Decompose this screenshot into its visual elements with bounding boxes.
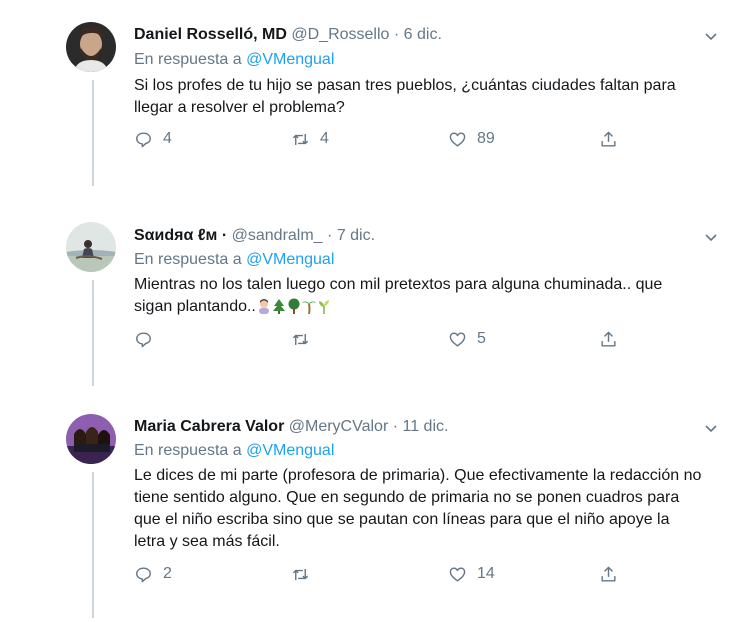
tweet-header: Daniel Rosselló, MD @D_Rossello · 6 dic. xyxy=(134,26,442,44)
author-name[interactable]: Daniel Rosselló, MD xyxy=(134,26,287,43)
evergreen-tree-emoji xyxy=(272,299,285,314)
reply-icon xyxy=(136,331,151,347)
reply-mention-link[interactable]: @VMengual xyxy=(246,251,334,268)
tweet-text: Mientras no los talen luego con mil pret… xyxy=(134,276,663,315)
like-count: 5 xyxy=(477,330,486,347)
reply-mention-link[interactable]: @VMengual xyxy=(246,442,334,459)
retweet-button[interactable] xyxy=(291,564,320,584)
woman-emoji xyxy=(258,299,269,314)
reply-context: En respuesta a @VMengual xyxy=(134,442,334,460)
chevron-down-icon[interactable] xyxy=(703,229,719,245)
thread-line xyxy=(92,280,94,386)
separator-dot: · xyxy=(393,26,400,43)
reply-button[interactable]: 2 xyxy=(134,564,172,584)
retweet-count: 4 xyxy=(320,130,329,147)
tweet-3[interactable]: Maria Cabrera Valor @MeryCValor · 11 dic… xyxy=(0,390,750,623)
reply-button[interactable]: 4 xyxy=(134,129,172,149)
separator-dot: · xyxy=(327,227,333,244)
tweet-text-container: Mientras no los talen luego con mil pret… xyxy=(134,274,694,318)
tweet-2[interactable]: Ѕαиdяα ℓм · @sandralm_ · 7 dic. En respu… xyxy=(0,200,750,390)
tweet-actions: 4 4 89 xyxy=(134,129,634,149)
reply-icon xyxy=(136,566,151,582)
author-name[interactable]: Ѕαиdяα ℓм xyxy=(134,227,217,244)
tweet-actions: 5 xyxy=(134,329,634,349)
reply-context: En respuesta a @VMengual xyxy=(134,251,334,269)
emoji-group xyxy=(256,298,331,315)
author-handle[interactable]: @MeryCValor xyxy=(289,418,389,435)
heart-icon xyxy=(449,131,466,147)
tweet-actions: 2 14 xyxy=(134,564,634,584)
share-icon xyxy=(601,566,616,582)
share-button[interactable] xyxy=(599,129,628,149)
heart-icon xyxy=(449,566,466,582)
chevron-down-icon[interactable] xyxy=(703,420,719,436)
share-icon xyxy=(601,331,616,347)
tweet-text: Le dices de mi parte (profesora de prima… xyxy=(134,467,702,550)
author-handle[interactable]: @sandralm_ xyxy=(232,227,323,244)
name-suffix: · xyxy=(221,227,228,244)
share-button[interactable] xyxy=(599,329,628,349)
like-count: 89 xyxy=(477,130,495,147)
share-button[interactable] xyxy=(599,564,628,584)
reply-prefix: En respuesta a xyxy=(134,51,242,68)
seedling-emoji xyxy=(318,300,329,314)
tweet-header: Maria Cabrera Valor @MeryCValor · 11 dic… xyxy=(134,418,448,436)
like-count: 14 xyxy=(477,565,495,582)
thread-line xyxy=(92,472,94,618)
share-icon xyxy=(601,131,616,147)
reply-mention-link[interactable]: @VMengual xyxy=(246,51,334,68)
tweet-header: Ѕαиdяα ℓм · @sandralm_ · 7 dic. xyxy=(134,227,375,245)
tweet-text: Si los profes de tu hijo se pasan tres p… xyxy=(134,77,676,116)
heart-icon xyxy=(449,331,466,347)
like-button[interactable]: 5 xyxy=(448,329,486,349)
reply-button[interactable] xyxy=(134,329,163,349)
tweet-date[interactable]: 6 dic. xyxy=(404,26,442,43)
retweet-button[interactable] xyxy=(291,329,320,349)
author-handle[interactable]: @D_Rossello xyxy=(291,26,389,43)
avatar[interactable] xyxy=(66,414,116,464)
reply-prefix: En respuesta a xyxy=(134,442,242,459)
separator-dot: · xyxy=(392,418,399,435)
palm-tree-emoji xyxy=(301,301,316,314)
reply-prefix: En respuesta a xyxy=(134,251,242,268)
reply-count: 2 xyxy=(163,565,172,582)
retweet-icon xyxy=(292,333,309,345)
tweet-1[interactable]: Daniel Rosselló, MD @D_Rossello · 6 dic.… xyxy=(0,0,750,190)
author-name[interactable]: Maria Cabrera Valor xyxy=(134,418,284,435)
tweet-date[interactable]: 11 dic. xyxy=(403,418,449,435)
like-button[interactable]: 89 xyxy=(448,129,495,149)
thread-line xyxy=(92,80,94,186)
reply-icon xyxy=(136,131,151,147)
deciduous-tree-emoji xyxy=(288,298,300,314)
retweet-icon xyxy=(292,133,309,145)
reply-count: 4 xyxy=(163,130,172,147)
avatar[interactable] xyxy=(66,222,116,272)
like-button[interactable]: 14 xyxy=(448,564,495,584)
avatar[interactable] xyxy=(66,22,116,72)
tweet-date[interactable]: 7 dic. xyxy=(337,227,375,244)
retweet-button[interactable]: 4 xyxy=(291,129,329,149)
retweet-icon xyxy=(292,568,309,580)
chevron-down-icon[interactable] xyxy=(703,28,719,44)
reply-context: En respuesta a @VMengual xyxy=(134,51,334,69)
